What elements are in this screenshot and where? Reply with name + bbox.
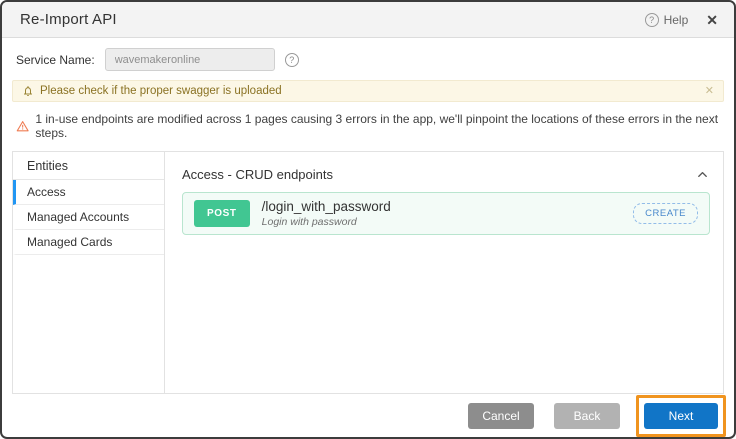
create-action-button[interactable]: CREATE bbox=[633, 203, 698, 224]
dialog-title: Re-Import API bbox=[20, 11, 117, 28]
entities-header: Entities bbox=[13, 152, 164, 180]
help-icon: ? bbox=[645, 13, 659, 27]
endpoints-panel: Access - CRUD endpoints POST /login_with… bbox=[165, 152, 723, 393]
help-button[interactable]: ? Help bbox=[645, 13, 689, 27]
reimport-api-dialog: Re-Import API ? Help ✕ Service Name: ? P… bbox=[0, 0, 736, 439]
endpoint-description: Login with password bbox=[262, 216, 391, 228]
http-method-badge: POST bbox=[194, 200, 250, 227]
warning-row: 1 in-use endpoints are modified across 1… bbox=[16, 112, 720, 140]
banner-text: Please check if the proper swagger is up… bbox=[40, 85, 282, 97]
endpoints-section-title: Access - CRUD endpoints bbox=[182, 167, 333, 182]
back-button[interactable]: Back bbox=[554, 403, 620, 429]
next-highlight-box: Next bbox=[636, 395, 726, 437]
sidebar-item-managed-cards[interactable]: Managed Cards bbox=[13, 230, 164, 255]
swagger-notice-banner: Please check if the proper swagger is up… bbox=[12, 80, 724, 102]
dialog-footer: Cancel Back Next bbox=[2, 394, 734, 437]
warning-triangle-icon bbox=[16, 120, 29, 133]
service-name-label: Service Name: bbox=[16, 53, 95, 67]
chevron-up-icon bbox=[695, 167, 710, 182]
endpoints-section-header: Access - CRUD endpoints bbox=[182, 163, 710, 185]
sidebar-item-access[interactable]: Access bbox=[13, 180, 164, 205]
entities-sidebar: Entities Access Managed Accounts Managed… bbox=[13, 152, 165, 393]
endpoint-info: /login_with_password Login with password bbox=[262, 199, 391, 228]
cancel-button[interactable]: Cancel bbox=[468, 403, 534, 429]
sidebar-item-managed-accounts[interactable]: Managed Accounts bbox=[13, 205, 164, 230]
warning-text: 1 in-use endpoints are modified across 1… bbox=[35, 112, 720, 140]
content-panel: Entities Access Managed Accounts Managed… bbox=[12, 151, 724, 394]
endpoint-row: POST /login_with_password Login with pas… bbox=[182, 192, 710, 235]
collapse-section-control[interactable] bbox=[695, 167, 710, 182]
help-label: Help bbox=[664, 13, 689, 27]
service-name-input bbox=[105, 48, 275, 71]
service-name-row: Service Name: ? bbox=[2, 38, 734, 80]
service-help-icon[interactable]: ? bbox=[285, 53, 299, 67]
next-button[interactable]: Next bbox=[644, 403, 718, 429]
dialog-titlebar: Re-Import API ? Help ✕ bbox=[2, 2, 734, 38]
close-icon[interactable]: ✕ bbox=[706, 13, 718, 27]
endpoint-path: /login_with_password bbox=[262, 199, 391, 214]
banner-close-icon[interactable]: ✕ bbox=[705, 86, 714, 97]
bell-icon bbox=[22, 85, 34, 97]
